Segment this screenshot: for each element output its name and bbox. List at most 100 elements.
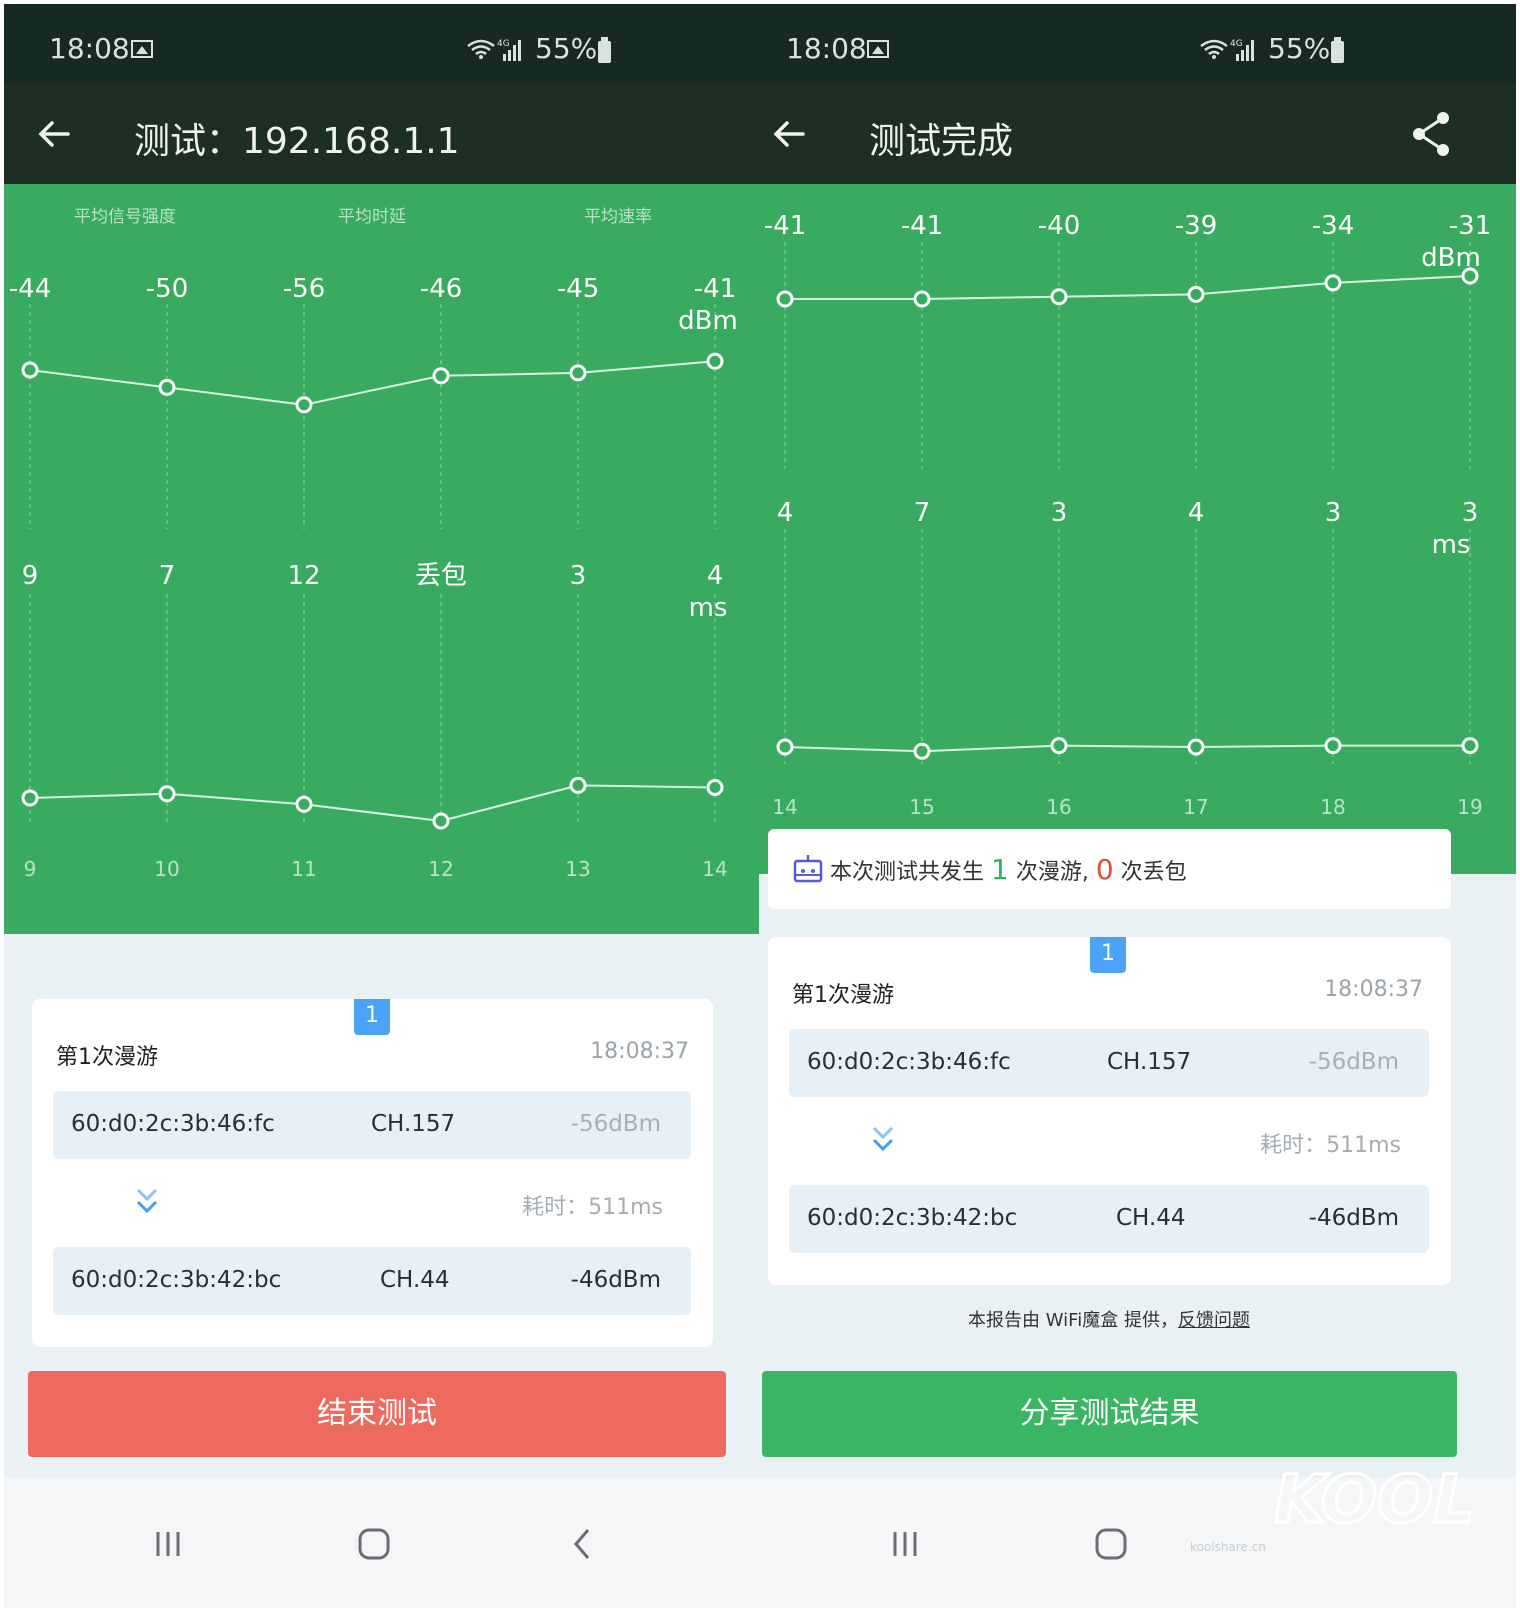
battery-percent: 55% (535, 32, 598, 65)
signal-point (706, 352, 724, 370)
ap-row-to: 60:d0:2c:3b:42:bc CH.44 -46dBm (789, 1185, 1429, 1253)
latency-unit-label: ms (689, 593, 728, 623)
roam-duration: 耗时：511ms (1260, 1133, 1401, 1158)
page-title: 测试：192.168.1.1 (134, 121, 460, 162)
signal-value-label: -41 (901, 211, 943, 241)
signal-unit-label: dBm (678, 306, 738, 336)
roam-card: 1 第1次漫游 18:08:37 60:d0:2c:3b:46:fc CH.15… (768, 937, 1451, 1285)
end-test-button[interactable]: 结束测试 (28, 1371, 726, 1457)
status-bar: 18:08 4G 55% (4, 4, 761, 84)
robot-icon (793, 855, 823, 883)
wifi-icon (467, 39, 495, 59)
ap-channel: CH.157 (371, 1111, 456, 1137)
roam-badge: 1 (1090, 937, 1126, 973)
x-tick-label: 11 (291, 857, 316, 881)
test-summary-card: 本次测试共发生 1 次漫游, 0 次丢包 (768, 829, 1451, 909)
ap-rssi: -56dBm (1308, 1049, 1399, 1075)
latency-value-label: 7 (159, 561, 176, 591)
signal-value-label: -41 (764, 211, 806, 241)
latency-value-label: 4 (777, 498, 794, 528)
share-results-button[interactable]: 分享测试结果 (762, 1371, 1457, 1457)
back-arrow-icon[interactable] (769, 114, 809, 154)
ap-channel: CH.44 (1116, 1205, 1186, 1231)
latency-value-label: 3 (570, 561, 587, 591)
signal-point (569, 364, 587, 382)
signal-point (295, 396, 313, 414)
signal-value-label: -50 (146, 274, 188, 304)
left-screen: 18:08 4G 55% 测试：192.168.1.1 平均信号强度 平均时延 平均… (4, 4, 761, 1608)
roam-time: 18:08:37 (590, 1039, 689, 1064)
cellular-signal-icon: 4G (1230, 39, 1254, 61)
signal-point (1324, 274, 1342, 292)
latency-value-label: 12 (287, 561, 320, 591)
ap-mac: 60:d0:2c:3b:42:bc (71, 1267, 282, 1293)
summary-stat-label: 平均速率 (584, 207, 652, 227)
signal-series-line (29, 360, 716, 406)
latency-value-label: 4 (1188, 498, 1205, 528)
signal-point (1461, 267, 1479, 285)
x-tick-label: 10 (154, 857, 179, 881)
roam-badge: 1 (354, 999, 390, 1035)
recent-apps-icon[interactable] (875, 1514, 935, 1574)
back-arrow-icon[interactable] (34, 114, 74, 154)
chevron-down-icon (872, 1126, 894, 1152)
signal-point (158, 378, 176, 396)
ap-channel: CH.157 (1107, 1049, 1192, 1075)
nav-back-icon[interactable] (552, 1514, 612, 1574)
watermark-site: koolshare.cn (1190, 1540, 1266, 1554)
latency-point (569, 776, 587, 794)
ap-row-from: 60:d0:2c:3b:46:fc CH.157 -56dBm (53, 1091, 691, 1159)
x-tick-label: 12 (428, 857, 453, 881)
latency-value-label: 3 (1051, 498, 1068, 528)
roam-duration: 耗时：511ms (522, 1195, 663, 1220)
summary-middle: 次漫游, (1015, 860, 1089, 885)
latency-value-label: 丢包 (415, 561, 467, 591)
x-tick-label: 13 (565, 857, 590, 881)
signal-point (1187, 285, 1205, 303)
app-bar: 测试：192.168.1.1 (4, 84, 761, 184)
ap-mac: 60:d0:2c:3b:42:bc (807, 1205, 1018, 1231)
signal-latency-chart: -41 -41 -40 -39 -34 -31 dBm 4 7 3 4 3 3 ms 14 15 16 17 18 1… (759, 184, 1516, 874)
ap-rssi: -46dBm (570, 1267, 661, 1293)
latency-point (913, 742, 931, 760)
status-time: 18:08 (49, 32, 130, 65)
koolshare-logo: KOOL SHARE (1273, 1460, 1473, 1540)
signal-series-line (785, 275, 1471, 300)
x-tick-label: 9 (24, 857, 37, 881)
recent-apps-icon[interactable] (138, 1514, 198, 1574)
chart-canvas: -41 -41 -40 -39 -34 -31dBm4 7 3 4 3 3ms14 15 16 17 18 1… (764, 211, 1491, 819)
feedback-link[interactable]: 反馈问题 (1178, 1310, 1250, 1331)
ap-rssi: -46dBm (1308, 1205, 1399, 1231)
cellular-signal-icon: 4G (497, 39, 521, 61)
x-tick-label: 19 (1457, 795, 1482, 819)
x-tick-label: 14 (702, 857, 727, 881)
summary-text: 本次测试共发生 1 次漫游, 0 次丢包 (830, 853, 1187, 886)
share-icon[interactable] (1409, 110, 1455, 158)
summary-stat-label: 平均时延 (338, 207, 406, 227)
system-nav-bar (4, 1478, 761, 1608)
signal-point (776, 290, 794, 308)
roam-card: 1 第1次漫游 18:08:37 60:d0:2c:3b:46:fc CH.15… (32, 999, 713, 1347)
ap-channel: CH.44 (380, 1267, 450, 1293)
signal-value-label: -44 (9, 274, 51, 304)
logo-wordmark: KOOL SHARE (1274, 1461, 1472, 1538)
ap-mac: 60:d0:2c:3b:46:fc (71, 1111, 275, 1137)
battery-icon (1331, 37, 1344, 63)
x-tick-label: 16 (1046, 795, 1071, 819)
signal-value-label: -34 (1312, 211, 1354, 241)
ap-row-to: 60:d0:2c:3b:42:bc CH.44 -46dBm (53, 1247, 691, 1315)
ap-row-from: 60:d0:2c:3b:46:fc CH.157 -56dBm (789, 1029, 1429, 1097)
latency-point (158, 785, 176, 803)
latency-series-line (784, 744, 1470, 753)
app-bar: 测试完成 (759, 84, 1516, 184)
ap-mac: 60:d0:2c:3b:46:fc (807, 1049, 1011, 1075)
chevron-down-icon (136, 1188, 158, 1214)
home-icon[interactable] (1081, 1514, 1141, 1574)
footer-text: 本报告由 WiFi魔盒 提供， (968, 1310, 1178, 1331)
x-tick-label: 15 (909, 795, 934, 819)
signal-point (1050, 288, 1068, 306)
home-icon[interactable] (344, 1514, 404, 1574)
latency-point (21, 789, 39, 807)
signal-value-label: -31 (1449, 211, 1491, 241)
chart-canvas: 平均信号强度 平均时延 平均速率 -44 -50 -56 -46 -45 -41dBm 9 7 12 丢… (9, 207, 738, 881)
